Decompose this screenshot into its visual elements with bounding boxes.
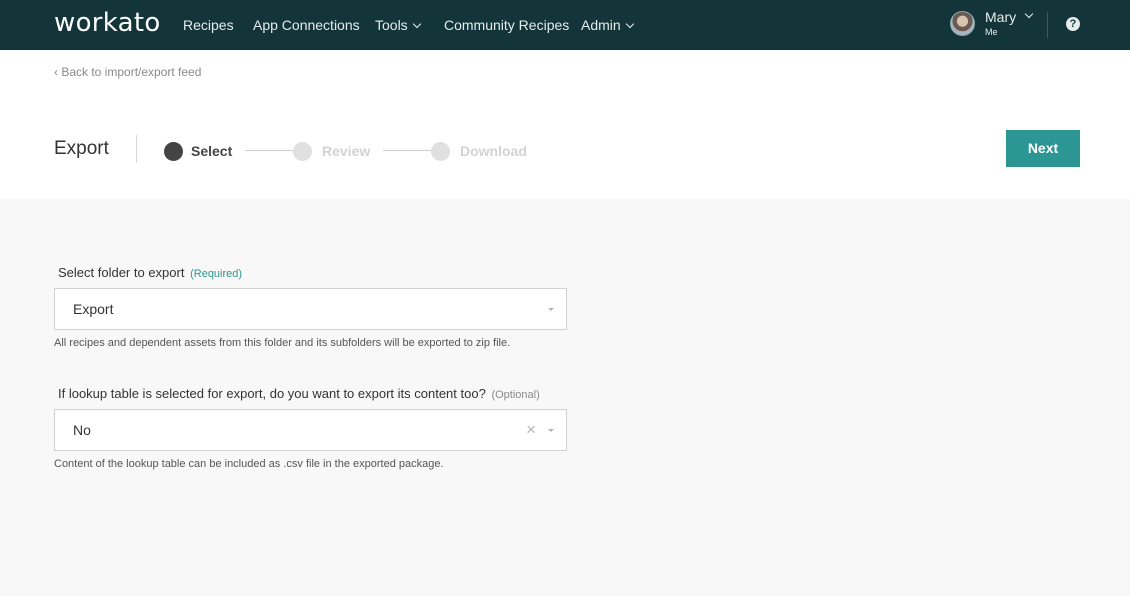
step-select-label: Select	[191, 143, 233, 159]
folder-select[interactable]: Export	[54, 288, 567, 330]
page-title: Export	[54, 138, 109, 159]
lookup-field-label: If lookup table is selected for export, …	[58, 386, 540, 401]
folder-select-value: Export	[73, 301, 114, 317]
optional-tag: (Optional)	[491, 389, 540, 401]
step-select-dot	[164, 142, 183, 161]
user-subtitle: Me	[985, 27, 998, 37]
clear-icon[interactable]: ×	[526, 420, 536, 440]
chevron-down-icon	[412, 19, 421, 29]
workato-logo[interactable]: workato	[54, 8, 161, 38]
back-link[interactable]: ‹ Back to import/export feed	[54, 65, 201, 79]
nav-community-recipes[interactable]: Community Recipes	[444, 16, 569, 34]
caret-down-icon[interactable]	[548, 429, 554, 432]
step-connector	[245, 150, 293, 151]
step-connector	[383, 150, 431, 151]
help-icon[interactable]: ?	[1066, 17, 1080, 31]
nav-divider	[1047, 12, 1048, 38]
nav-recipes[interactable]: Recipes	[183, 16, 234, 34]
lookup-select[interactable]: No ×	[54, 409, 567, 451]
lookup-hint: Content of the lookup table can be inclu…	[54, 458, 444, 470]
nav-tools[interactable]: Tools	[375, 16, 421, 34]
user-menu-chevron-icon[interactable]	[1024, 9, 1034, 19]
lookup-select-value: No	[73, 422, 91, 438]
next-button[interactable]: Next	[1006, 130, 1080, 167]
user-name[interactable]: Mary	[985, 9, 1016, 25]
step-download-label: Download	[460, 143, 527, 159]
caret-down-icon[interactable]	[548, 308, 554, 311]
chevron-down-icon	[625, 19, 634, 29]
title-divider	[136, 135, 137, 163]
required-tag: (Required)	[190, 268, 243, 280]
folder-hint: All recipes and dependent assets from th…	[54, 337, 511, 349]
nav-admin[interactable]: Admin	[581, 16, 634, 34]
user-avatar[interactable]	[950, 11, 975, 36]
page-header: ‹ Back to import/export feed Export Sele…	[0, 50, 1130, 199]
step-download-dot	[431, 142, 450, 161]
nav-app-connections[interactable]: App Connections	[253, 16, 360, 34]
folder-field-label: Select folder to export (Required)	[58, 265, 243, 280]
step-review-dot	[293, 142, 312, 161]
top-navbar: workato Recipes App Connections Tools Co…	[0, 0, 1130, 50]
step-review-label: Review	[322, 143, 371, 159]
